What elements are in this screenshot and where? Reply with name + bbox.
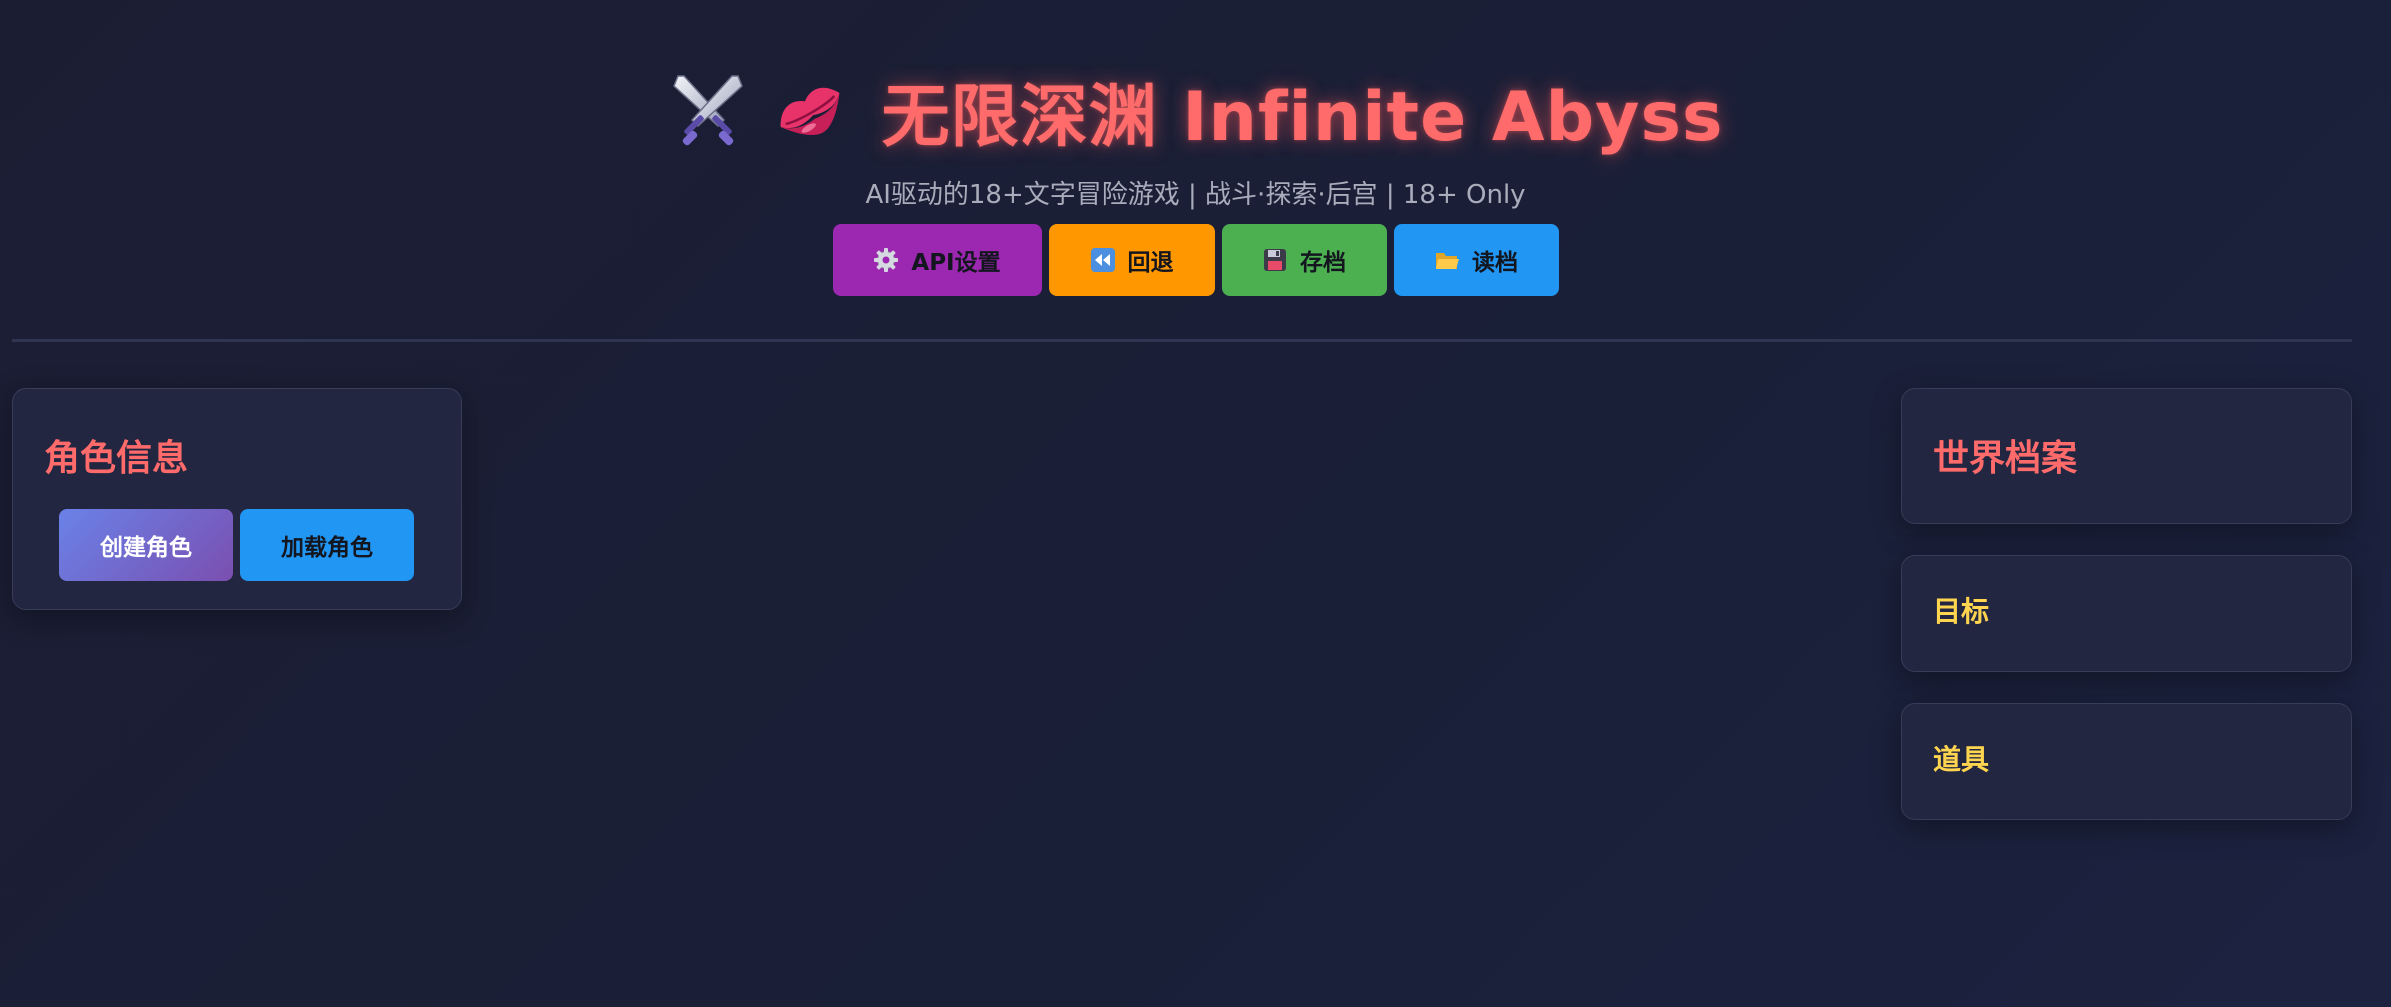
character-panel-title: 角色信息 xyxy=(44,438,189,479)
load-character-button[interactable]: 加载角色 xyxy=(240,509,414,581)
page-title: 无限深渊 Infinite Abyss xyxy=(0,55,2391,165)
toolbar: API设置 回退 存档 读档 xyxy=(0,224,2391,296)
lips-icon xyxy=(770,70,850,150)
character-actions: 创建角色 加载角色 xyxy=(59,509,414,581)
goal-panel: 目标 xyxy=(1901,555,2352,672)
folder-icon xyxy=(1434,247,1460,273)
load-label: 读档 xyxy=(1472,250,1518,276)
load-button[interactable]: 读档 xyxy=(1393,224,1559,296)
subtitle: AI驱动的18+文字冒险游戏 | 战斗·探索·后宫 | 18+ Only xyxy=(865,180,1526,210)
save-label: 存档 xyxy=(1300,250,1346,276)
goal-panel-title: 目标 xyxy=(1933,595,1990,628)
crossed-swords-icon xyxy=(668,70,748,150)
save-button[interactable]: 存档 xyxy=(1221,224,1387,296)
undo-button[interactable]: 回退 xyxy=(1048,224,1215,296)
floppy-disk-icon xyxy=(1262,247,1288,273)
items-panel: 道具 xyxy=(1901,703,2352,820)
title-text: 无限深渊 Infinite Abyss xyxy=(881,77,1724,157)
world-panel: 世界档案 xyxy=(1901,388,2352,524)
world-panel-title: 世界档案 xyxy=(1933,438,2078,479)
api-settings-button[interactable]: API设置 xyxy=(832,224,1042,296)
undo-label: 回退 xyxy=(1127,250,1174,276)
header: 无限深渊 Infinite Abyss AI驱动的18+文字冒险游戏 | 战斗·… xyxy=(0,0,2391,300)
header-divider xyxy=(12,339,2352,342)
api-settings-label: API设置 xyxy=(911,250,1001,276)
items-panel-title: 道具 xyxy=(1933,743,1990,776)
character-panel: 角色信息 创建角色 加载角色 xyxy=(12,388,462,610)
rewind-icon xyxy=(1090,247,1116,273)
create-character-button[interactable]: 创建角色 xyxy=(59,509,233,581)
gear-icon xyxy=(873,247,899,273)
